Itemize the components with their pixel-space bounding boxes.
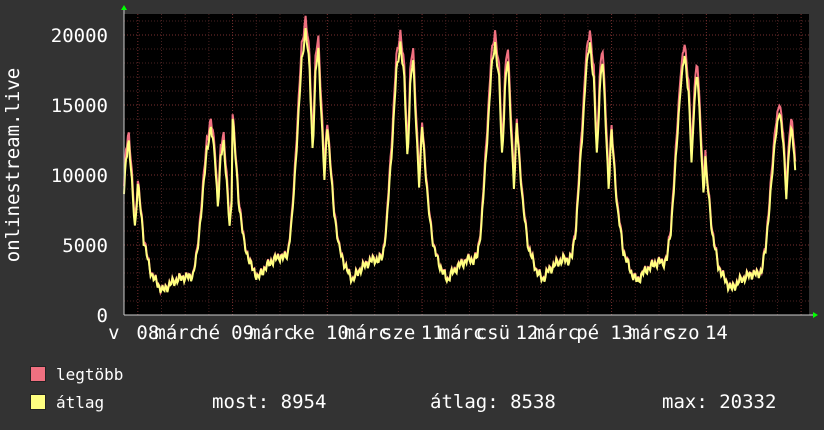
- x-tick-day-label: v: [108, 322, 119, 344]
- y-axis-arrow-icon: [121, 5, 127, 10]
- stat-avg: átlag: 8538: [430, 391, 556, 413]
- max-swatch-icon: [30, 366, 46, 382]
- y-tick-label: 15000: [51, 95, 108, 117]
- legend-label-avg: átlag: [56, 392, 105, 412]
- x-tick-day-label: hé: [197, 322, 220, 344]
- y-tick-label: 0: [97, 305, 108, 327]
- stat-max: max: 20332: [662, 391, 777, 413]
- legend-label-max: legtöbb: [56, 364, 124, 384]
- line-chart: 05000100001500020000 v 08márché 09márcke 10…: [2, 5, 818, 344]
- x-tick-day-label: szo: [665, 322, 699, 344]
- x-tick-day-number: 14: [705, 322, 728, 344]
- x-tick-day-label: ke: [292, 322, 315, 344]
- x-tick-month-label: márc: [533, 322, 579, 344]
- x-axis-arrow-icon: [813, 312, 818, 318]
- x-tick-day-label: pé: [576, 322, 599, 344]
- x-tick-day-label: csü: [476, 322, 510, 344]
- stat-now: most: 8954: [212, 391, 327, 413]
- avg-swatch-icon: [30, 394, 46, 410]
- legend-item-avg: átlag: [30, 390, 104, 414]
- chart-window: 0 5000 10000 15000 20000 v 08 márc hé 09 márc ke 10…: [0, 0, 824, 430]
- y-tick-label: 10000: [51, 165, 108, 187]
- x-tick-month-label: márc: [249, 322, 295, 344]
- x-tick-day-label: sze: [381, 322, 415, 344]
- legend-item-max: legtöbb: [30, 362, 123, 386]
- y-tick-label: 5000: [62, 235, 108, 257]
- y-tick-label: 20000: [51, 25, 108, 47]
- x-tick-month-label: márc: [154, 322, 200, 344]
- y-axis-label: onlinestream.live: [2, 68, 24, 262]
